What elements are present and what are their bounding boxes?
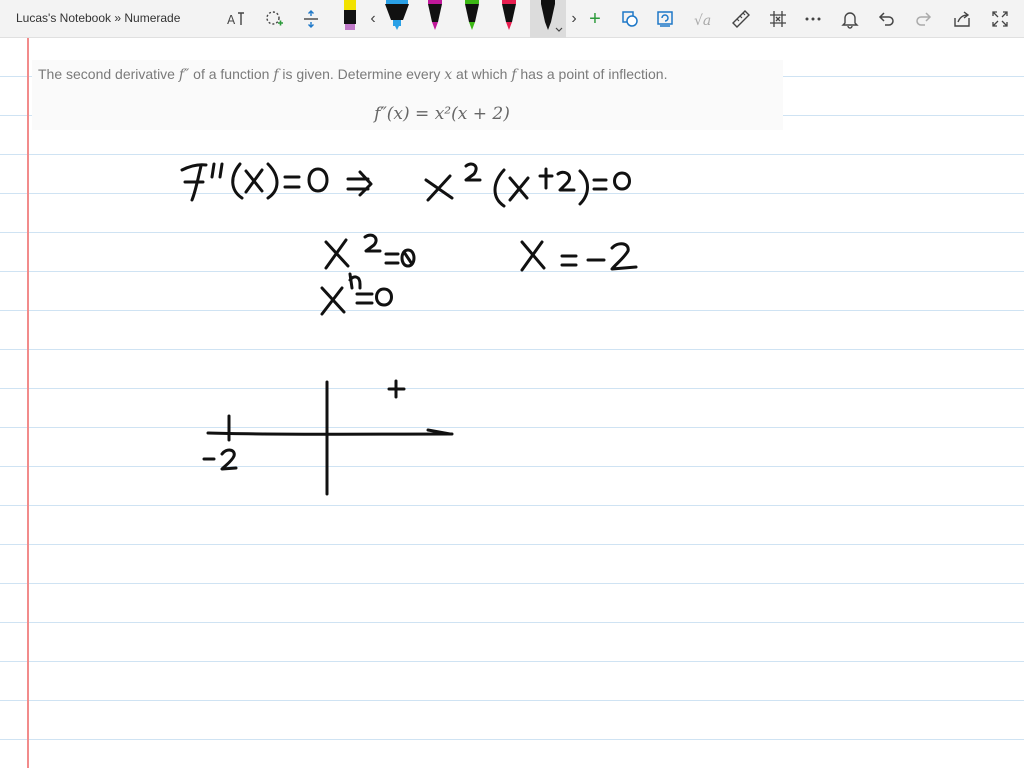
grid-icon[interactable] — [766, 7, 790, 31]
undo-icon[interactable] — [874, 7, 898, 31]
svg-text:√a: √a — [694, 13, 711, 29]
pen-red-icon[interactable] — [494, 0, 524, 38]
ink-to-text-icon[interactable]: A — [224, 7, 248, 31]
ink-replay-icon[interactable] — [653, 7, 677, 31]
fullscreen-icon[interactable] — [988, 7, 1012, 31]
more-icon[interactable] — [801, 7, 825, 31]
insert-space-icon[interactable] — [299, 7, 323, 31]
pen-green-icon[interactable] — [457, 0, 487, 38]
pens-next-arrow[interactable]: › — [568, 8, 580, 30]
ink-sign-chart — [202, 379, 454, 496]
bell-icon[interactable] — [838, 7, 862, 31]
add-pen-icon[interactable]: + — [586, 8, 604, 30]
ink-line-1 — [180, 162, 631, 208]
ink-line-3 — [320, 272, 393, 316]
ink-line-2 — [324, 233, 638, 272]
pen-magenta-icon[interactable] — [420, 0, 450, 38]
redo-icon[interactable] — [912, 7, 936, 31]
pen-black-icon[interactable] — [530, 0, 566, 38]
notebook-page[interactable]: The second derivative f″ of a function f… — [0, 38, 1024, 768]
toolbar: Lucas's Notebook » Numerade A ‹ › + √a — [0, 0, 1024, 38]
handwritten-ink — [180, 162, 638, 496]
highlighter-yellow-icon[interactable] — [336, 0, 366, 38]
ruler-icon[interactable] — [729, 7, 753, 31]
svg-text:A: A — [227, 13, 236, 27]
ink-to-math-icon[interactable]: √a — [691, 7, 715, 31]
window-title: Lucas's Notebook » Numerade — [16, 11, 181, 25]
lasso-select-icon[interactable] — [262, 7, 286, 31]
share-icon[interactable] — [950, 7, 974, 31]
shapes-icon[interactable] — [618, 7, 642, 31]
pens-prev-arrow[interactable]: ‹ — [367, 8, 379, 30]
pen-blue-icon[interactable] — [382, 0, 412, 38]
